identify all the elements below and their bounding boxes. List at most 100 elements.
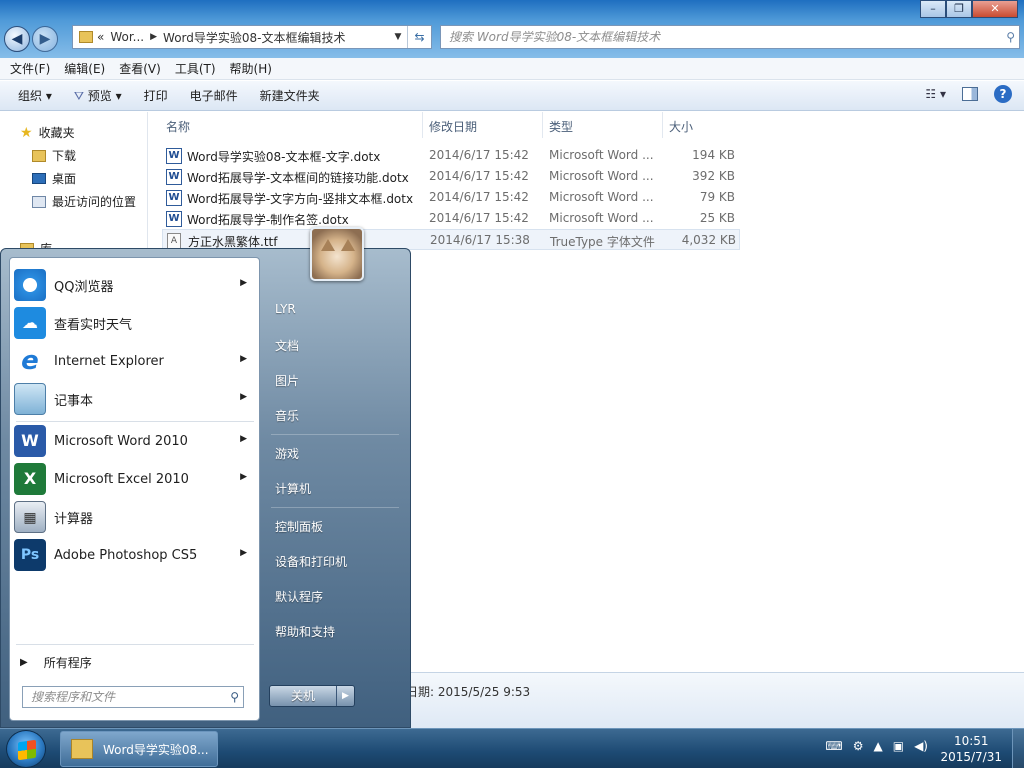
- taskbar-explorer-button[interactable]: Word导学实验08...: [60, 731, 218, 767]
- email-button[interactable]: 电子邮件: [190, 87, 238, 104]
- word-document-icon: W: [166, 211, 182, 227]
- shutdown-options-icon[interactable]: ▶: [336, 686, 354, 706]
- file-name: Word拓展导学-制作名签.dotx: [187, 213, 349, 227]
- program-notepad[interactable]: 记事本 ▶: [12, 380, 257, 418]
- submenu-arrow-icon: ▶: [240, 548, 247, 558]
- file-row[interactable]: W Word拓展导学-文字方向-竖排文本框.dotx 2014/6/17 15:…: [162, 187, 740, 208]
- start-right-control-panel[interactable]: 控制面板: [275, 518, 323, 535]
- ie-icon: e: [21, 346, 39, 376]
- file-type: Microsoft Word ...: [549, 169, 654, 183]
- clock[interactable]: 10:51 2015/7/31: [940, 733, 1002, 765]
- print-button[interactable]: 打印: [144, 87, 168, 104]
- column-header-date[interactable]: 修改日期: [429, 118, 477, 135]
- breadcrumb-chevron-icon[interactable]: ▶: [150, 32, 157, 42]
- start-right-pictures[interactable]: 图片: [275, 372, 299, 389]
- user-avatar[interactable]: [310, 227, 364, 281]
- program-internet-explorer[interactable]: e Internet Explorer ▶: [12, 342, 257, 380]
- menu-file[interactable]: 文件(F): [10, 60, 50, 77]
- start-right-user[interactable]: LYR: [275, 302, 296, 316]
- submenu-arrow-icon: ▶: [240, 472, 247, 482]
- help-icon[interactable]: ?: [994, 85, 1012, 103]
- close-button[interactable]: ✕: [972, 0, 1018, 18]
- breadcrumb-overflow[interactable]: «: [97, 30, 104, 44]
- submenu-arrow-icon: ▶: [240, 278, 247, 288]
- nav-recent-places[interactable]: 最近访问的位置: [32, 193, 136, 210]
- new-folder-button[interactable]: 新建文件夹: [260, 87, 320, 104]
- menu-view[interactable]: 查看(V): [119, 60, 161, 77]
- search-icon[interactable]: ⚲: [1006, 26, 1015, 48]
- start-button[interactable]: [6, 730, 46, 768]
- show-desktop-button[interactable]: [1012, 729, 1024, 768]
- clock-date: 2015/7/31: [940, 750, 1002, 764]
- preview-button[interactable]: ⛛ 预览 ▾: [74, 87, 122, 104]
- menu-edit[interactable]: 编辑(E): [64, 60, 105, 77]
- minimize-button[interactable]: –: [920, 0, 946, 18]
- file-date: 2014/6/17 15:42: [429, 148, 529, 162]
- column-header-name[interactable]: 名称: [166, 118, 190, 135]
- file-name: Word拓展导学-文本框间的链接功能.dotx: [187, 171, 409, 185]
- start-right-computer[interactable]: 计算机: [275, 480, 311, 497]
- search-input[interactable]: 搜索 Word导学实验08-文本框编辑技术 ⚲: [440, 25, 1020, 49]
- view-controls: ☷ ▾ ?: [925, 85, 1012, 103]
- window-controls: – ❐ ✕: [920, 0, 1018, 18]
- program-qq-browser[interactable]: QQ浏览器 ▶: [12, 266, 257, 304]
- program-photoshop[interactable]: Ps Adobe Photoshop CS5 ▶: [12, 536, 257, 574]
- keyboard-icon[interactable]: ⌨: [825, 739, 842, 753]
- search-placeholder: 搜索 Word导学实验08-文本框编辑技术: [449, 30, 661, 44]
- nav-favorites[interactable]: ★ 收藏夹: [20, 124, 75, 141]
- maximize-button[interactable]: ❐: [946, 0, 972, 18]
- recent-places-icon: [32, 195, 46, 208]
- start-right-games[interactable]: 游戏: [275, 445, 299, 462]
- forward-button[interactable]: ▶: [32, 26, 58, 52]
- column-header-type[interactable]: 类型: [549, 118, 573, 135]
- file-row[interactable]: W Word拓展导学-制作名签.dotx 2014/6/17 15:42 Mic…: [162, 208, 740, 229]
- folder-icon: [79, 31, 93, 43]
- back-button[interactable]: ◀: [4, 26, 30, 52]
- program-word-2010[interactable]: W Microsoft Word 2010 ▶: [12, 422, 257, 460]
- file-date: 2014/6/17 15:42: [429, 211, 529, 225]
- start-menu-programs: QQ浏览器 ▶ ☁ 查看实时天气 e Internet Explorer ▶ 记…: [9, 257, 260, 721]
- menu-tools[interactable]: 工具(T): [175, 60, 216, 77]
- organize-button[interactable]: 组织 ▾: [18, 87, 52, 104]
- nav-desktop[interactable]: 桌面: [32, 170, 76, 187]
- show-hidden-icons-icon[interactable]: ▲: [874, 739, 883, 753]
- program-calculator[interactable]: ▦ 计算器: [12, 498, 257, 536]
- program-excel-2010[interactable]: X Microsoft Excel 2010 ▶: [12, 460, 257, 498]
- file-date: 2014/6/17 15:42: [429, 169, 529, 183]
- start-menu: QQ浏览器 ▶ ☁ 查看实时天气 e Internet Explorer ▶ 记…: [0, 227, 411, 728]
- breadcrumb-current[interactable]: Word导学实验08-文本框编辑技术: [163, 29, 345, 46]
- address-dropdown-icon[interactable]: ▼: [389, 32, 407, 42]
- change-view-icon[interactable]: ☷ ▾: [925, 87, 946, 101]
- file-row[interactable]: W Word拓展导学-文本框间的链接功能.dotx 2014/6/17 15:4…: [162, 166, 740, 187]
- start-right-help-support[interactable]: 帮助和支持: [275, 623, 335, 640]
- file-size: 4,032 KB: [681, 233, 736, 247]
- start-right-devices-printers[interactable]: 设备和打印机: [275, 553, 347, 570]
- start-search-input[interactable]: 搜索程序和文件 ⚲: [22, 686, 244, 708]
- start-right-default-programs[interactable]: 默认程序: [275, 588, 323, 605]
- file-date: 2014/6/17 15:38: [430, 233, 530, 247]
- menu-help[interactable]: 帮助(H): [230, 60, 272, 77]
- file-size: 392 KB: [692, 169, 735, 183]
- file-name: Word导学实验08-文本框-文字.dotx: [187, 150, 381, 164]
- star-icon: ★: [20, 124, 33, 141]
- network-icon[interactable]: ▣: [893, 739, 904, 753]
- volume-icon[interactable]: ◀): [914, 739, 928, 753]
- file-row[interactable]: W Word导学实验08-文本框-文字.dotx 2014/6/17 15:42…: [162, 145, 740, 166]
- address-bar[interactable]: « Wor... ▶ Word导学实验08-文本框编辑技术 ▼ ⇆: [72, 25, 432, 49]
- column-header-size[interactable]: 大小: [669, 118, 693, 135]
- all-programs-button[interactable]: ▶ 所有程序: [20, 654, 92, 671]
- file-row-selected[interactable]: A 方正水黑繁体.ttf 2014/6/17 15:38 TrueType 字体…: [162, 229, 740, 250]
- start-right-documents[interactable]: 文档: [275, 337, 299, 354]
- breadcrumb-parent[interactable]: Wor...: [110, 30, 144, 44]
- file-name: Word拓展导学-文字方向-竖排文本框.dotx: [187, 192, 414, 206]
- program-weather[interactable]: ☁ 查看实时天气: [12, 304, 257, 342]
- nav-downloads[interactable]: 下载: [32, 147, 76, 164]
- input-method-icon[interactable]: ⚙: [853, 739, 864, 753]
- refresh-button[interactable]: ⇆: [407, 26, 431, 48]
- start-right-music[interactable]: 音乐: [275, 407, 299, 424]
- shutdown-button[interactable]: 关机 ▶: [269, 685, 355, 707]
- title-bar: – ❐ ✕ ◀ ▶ « Wor... ▶ Word导学实验08-文本框编辑技术 …: [0, 0, 1024, 58]
- preview-pane-icon[interactable]: [962, 87, 978, 101]
- taskbar: Word导学实验08... ⌨ ⚙ ▲ ▣ ◀) 10:51 2015/7/31: [0, 728, 1024, 768]
- file-size: 79 KB: [699, 190, 735, 204]
